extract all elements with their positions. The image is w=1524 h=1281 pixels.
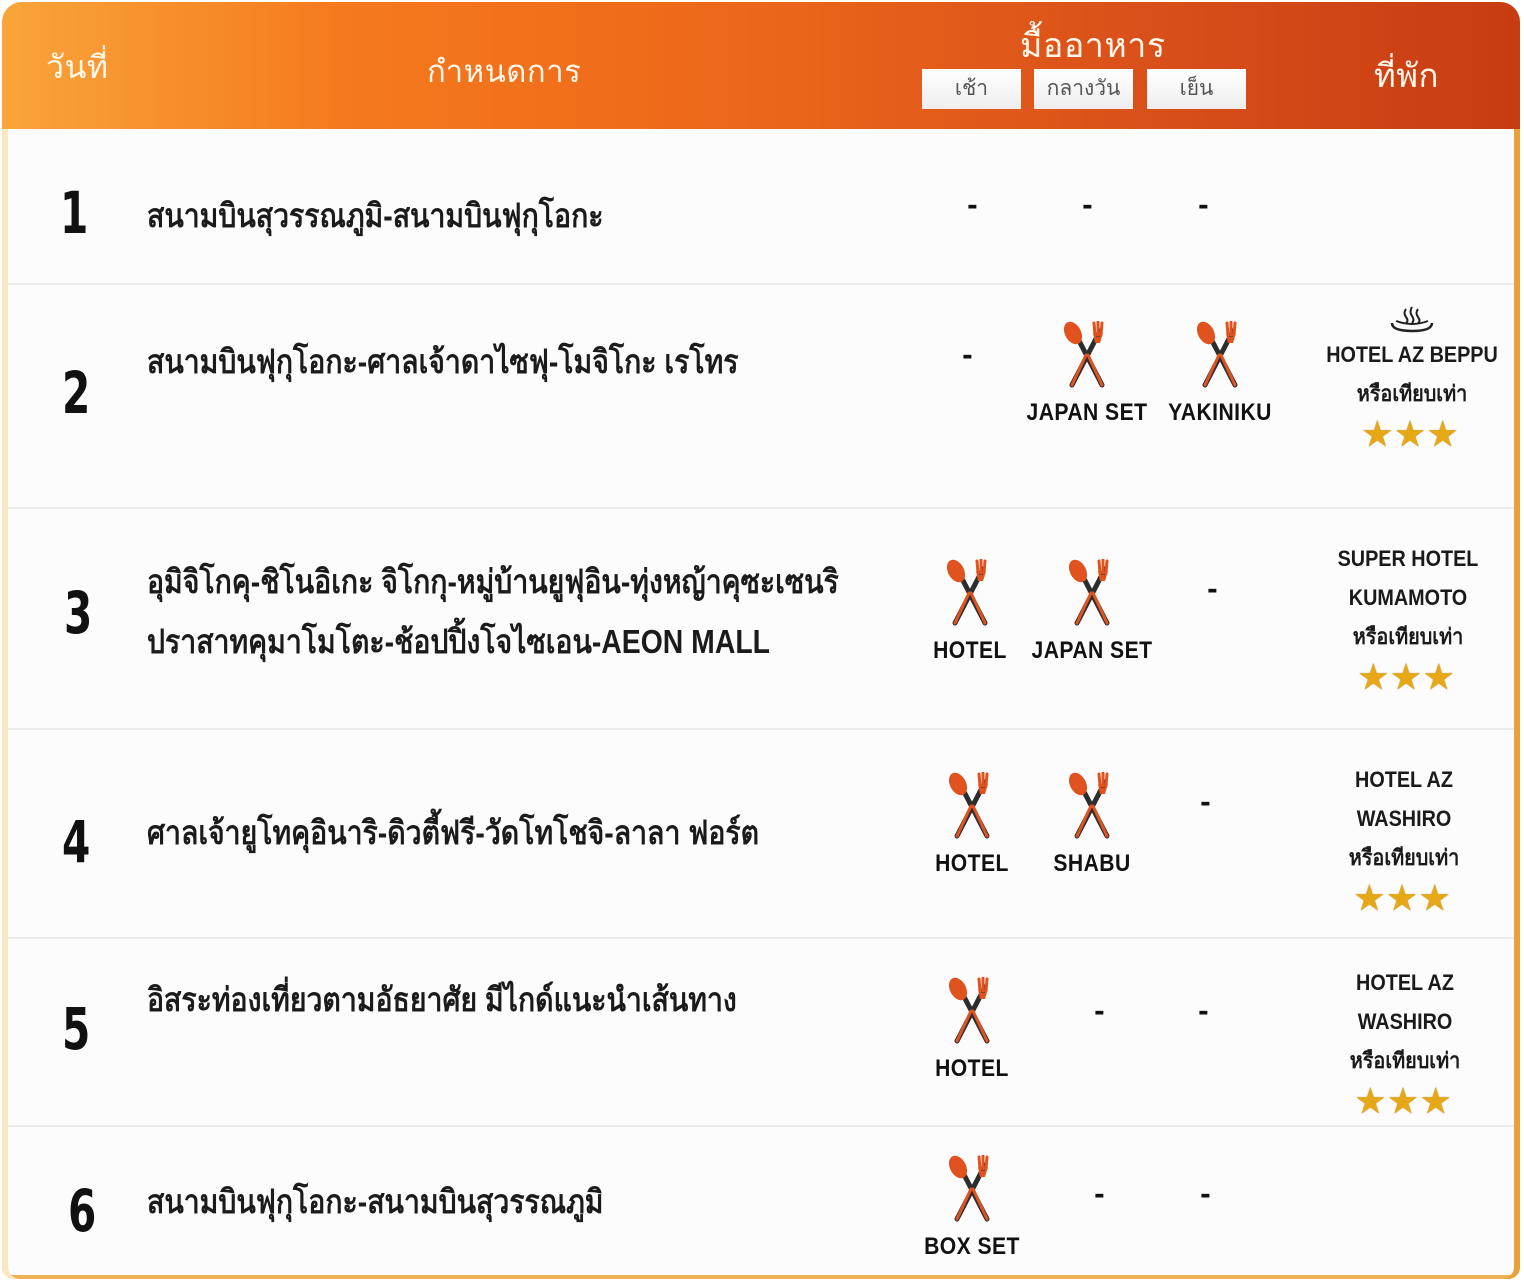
star-rating: ★★★ [1362,416,1462,452]
hotel-info: SUPER HOTEL KUMAMOTO หรือเทียบเท่า ★★★ [1298,539,1518,696]
breakfast-meal-label: HOTEL [935,850,1009,877]
fork-spoon-icon [948,977,990,1044]
breakfast-meal-label: BOX SET [924,1233,1020,1260]
dinner-meal-label: YAKINIKU [1168,399,1272,426]
fork-spoon-icon [1068,772,1110,839]
day-row-5: 5 อิสระท่องเที่ยวตามอัธยาศัย มีไกด์แนะนำเ… [2,937,1520,1125]
dinner-empty: - [1200,788,1211,818]
itinerary-table: วันที่ กำหนดการ มื้ออาหาร เช้า กลางวัน เ… [2,2,1520,1279]
hotel-line: หรือเทียบเท่า [1349,1048,1461,1073]
lunch-empty: - [1094,997,1105,1027]
hotel-info: HOTEL AZ WASHIRO หรือเทียบเท่า ★★★ [1295,963,1515,1120]
day-row-3: 3 อุมิจิโกคุ-ชิโนอิเกะ จิโกกุ-หมู่บ้านยูฟ… [2,507,1520,728]
star-rating: ★★★ [1358,659,1458,695]
lunch-meal: SHABU [1022,772,1162,878]
dinner-empty: - [1207,575,1218,605]
program-text: สนามบินฟุกุโอกะ-ศาลเจ้าดาไซฟุ-โมจิโกะ เร… [147,343,739,380]
lunch-empty: - [1094,1180,1105,1210]
dinner-empty: - [1198,191,1209,221]
program-text: อุมิจิโกคุ-ชิโนอิเกะ จิโกกุ-หมู่บ้านยูฟุ… [147,563,839,600]
hotel-line: HOTEL AZ [1356,970,1454,995]
onsen-icon [1390,306,1434,333]
hotel-line: KUMAMOTO [1348,585,1468,610]
program-text: สนามบินสุวรรณภูมิ-สนามบินฟุกุโอกะ [147,197,604,234]
hotel-line: HOTEL AZ BEPPU [1326,342,1498,367]
dinner-meal: YAKINIKU [1150,321,1290,427]
lunch-meal: JAPAN SET [1017,321,1157,427]
header-day: วันที่ [46,48,109,86]
day-number: 5 [62,995,91,1063]
breakfast-meal: HOTEL [900,559,1040,665]
hotel-line: หรือเทียบเท่า [1352,624,1464,649]
program-text: ศาลเจ้ายูโทคุอินาริ-ดิวตี้ฟรี-วัดโทโชจิ-… [147,814,760,851]
header-meals: มื้ออาหาร [1020,26,1166,66]
star-rating: ★★★ [1355,1083,1455,1119]
fork-spoon-icon [948,772,990,839]
program-text: สนามบินฟุกุโอกะ-สนามบินสุวรรณภูมิ [147,1183,604,1220]
fork-spoon-icon [1068,559,1110,626]
day-row-4: 4 ศาลเจ้ายูโทคุอินาริ-ดิวตี้ฟรี-วัดโทโชจิ… [2,728,1520,937]
star-rating: ★★★ [1354,880,1454,916]
hotel-line: หรือเทียบเท่า [1356,381,1468,406]
hotel-info: HOTEL AZ BEPPU หรือเทียบเท่า ★★★ [1302,305,1520,453]
fork-spoon-icon [1196,321,1238,388]
breakfast-meal-label: HOTEL [933,637,1007,664]
day-number: 4 [62,808,91,876]
dinner-empty: - [1200,1180,1211,1210]
lunch-meal-label: JAPAN SET [1026,399,1148,426]
breakfast-empty: - [962,341,973,371]
fork-spoon-icon [946,559,988,626]
header-lunch: กลางวัน [1034,69,1133,109]
header-breakfast: เช้า [922,69,1021,109]
dinner-empty: - [1198,997,1209,1027]
program-text: อิสระท่องเที่ยวตามอัธยาศัย มีไกด์แนะนำเส… [147,981,737,1018]
hotel-line: SUPER HOTEL [1337,546,1479,571]
program-text: ปราสาทคุมาโมโตะ-ช้อปปิ้งโจไซเอน-AEON MAL… [147,623,770,660]
fork-spoon-icon [1063,321,1105,388]
breakfast-meal: BOX SET [902,1155,1042,1261]
breakfast-meal-label: HOTEL [935,1055,1009,1082]
hotel-line: หรือเทียบเท่า [1348,845,1460,870]
row-divider [8,283,1514,285]
header-hotel: ที่พัก [1374,56,1439,95]
header-program: กำหนดการ [427,54,582,90]
day-number: 3 [64,579,93,647]
table-header: วันที่ กำหนดการ มื้ออาหาร เช้า กลางวัน เ… [2,2,1520,129]
hotel-line: HOTEL AZ [1355,767,1453,792]
breakfast-meal: HOTEL [902,977,1042,1083]
row-divider [8,507,1514,509]
hotel-line: WASHIRO [1356,806,1452,831]
day-row-6: 6 สนามบินฟุกุโอกะ-สนามบินสุวรรณภูมิ BOX SE… [2,1125,1520,1279]
row-divider [8,728,1514,730]
day-number: 2 [62,359,91,427]
breakfast-meal: HOTEL [902,772,1042,878]
hotel-info: HOTEL AZ WASHIRO หรือเทียบเท่า ★★★ [1294,760,1514,917]
header-dinner: เย็น [1147,69,1246,109]
hotel-line: WASHIRO [1357,1009,1453,1034]
lunch-meal: JAPAN SET [1022,559,1162,665]
row-divider [8,937,1514,939]
breakfast-empty: - [967,191,978,221]
lunch-meal-label: SHABU [1053,850,1131,877]
fork-spoon-icon [948,1155,990,1222]
row-divider [8,1125,1514,1127]
day-number: 1 [60,179,89,247]
day-row-2: 2 สนามบินฟุกุโอกะ-ศาลเจ้าดาไซฟุ-โมจิโกะ เ… [2,283,1520,507]
day-number: 6 [68,1177,97,1245]
lunch-meal-label: JAPAN SET [1031,637,1153,664]
day-row-1: 1 สนามบินสุวรรณภูมิ-สนามบินฟุกุโอกะ - - - [2,129,1520,283]
lunch-empty: - [1082,191,1093,221]
